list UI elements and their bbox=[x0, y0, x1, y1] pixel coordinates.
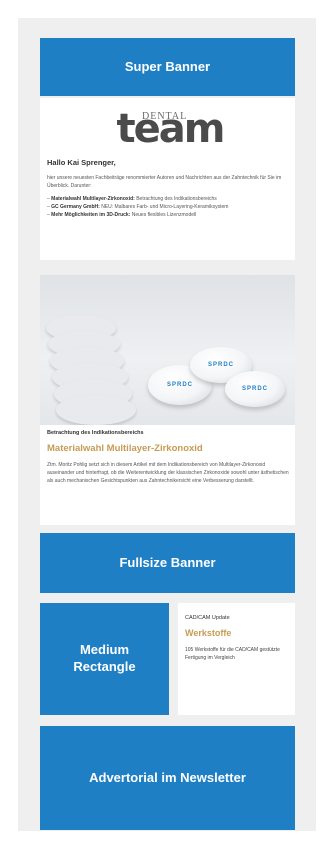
intro-text: hier unsere neuesten Fachbeiträge renomm… bbox=[47, 175, 282, 189]
list-item[interactable]: – Materialwahl Multilayer-Zirkonoxid: Be… bbox=[47, 195, 289, 203]
advertorial-label: Advertorial im Newsletter bbox=[89, 769, 246, 785]
newsletter-mockup-frame: Super Banner DENTAL team Hallo Kai Spren… bbox=[18, 18, 316, 831]
cadcam-category: CAD/CAM Update bbox=[185, 615, 230, 621]
newsletter-header-card: DENTAL team Hallo Kai Sprenger, hier uns… bbox=[40, 98, 295, 260]
disc: SPRDC bbox=[225, 371, 285, 407]
advertorial-banner[interactable]: Advertorial im Newsletter bbox=[40, 726, 295, 830]
article-card[interactable]: SPRDC SPRDC SPRDC Betrachtung des Indika… bbox=[40, 275, 295, 525]
medium-rectangle-label: Medium Rectangle bbox=[73, 642, 136, 674]
cadcam-body: 105 Werkstoffe für die CAD/CAM gestützte… bbox=[185, 647, 280, 661]
list-item[interactable]: – Mehr Möglichkeiten im 3D-Druck: Neues … bbox=[47, 211, 289, 219]
medium-rectangle-banner[interactable]: Medium Rectangle bbox=[40, 603, 169, 715]
article-category: Betrachtung des Indikationsbereichs bbox=[47, 430, 144, 436]
article-title[interactable]: Materialwahl Multilayer-Zirkonoxid bbox=[47, 443, 203, 454]
logo-team-text: team bbox=[116, 106, 226, 152]
fullsize-banner-label: Fullsize Banner bbox=[119, 554, 216, 570]
zirconia-discs-photo: SPRDC SPRDC SPRDC bbox=[40, 275, 295, 425]
list-item[interactable]: – GC Germany GmbH: NEU: Malbares Farb- u… bbox=[47, 203, 289, 211]
cadcam-teaser-card[interactable]: CAD/CAM Update Werkstoffe 105 Werkstoffe… bbox=[178, 603, 295, 715]
topic-list: – Materialwahl Multilayer-Zirkonoxid: Be… bbox=[47, 195, 289, 219]
cadcam-title[interactable]: Werkstoffe bbox=[185, 628, 231, 638]
article-body: Ztm. Moritz Pohlig setzt sich in diesem … bbox=[47, 462, 289, 484]
super-banner-label: Super Banner bbox=[124, 58, 211, 74]
super-banner[interactable]: Super Banner bbox=[40, 38, 295, 96]
dental-team-logo: DENTAL team bbox=[110, 106, 230, 152]
fullsize-banner[interactable]: Fullsize Banner bbox=[40, 533, 295, 593]
greeting: Hallo Kai Sprenger, bbox=[47, 158, 116, 167]
